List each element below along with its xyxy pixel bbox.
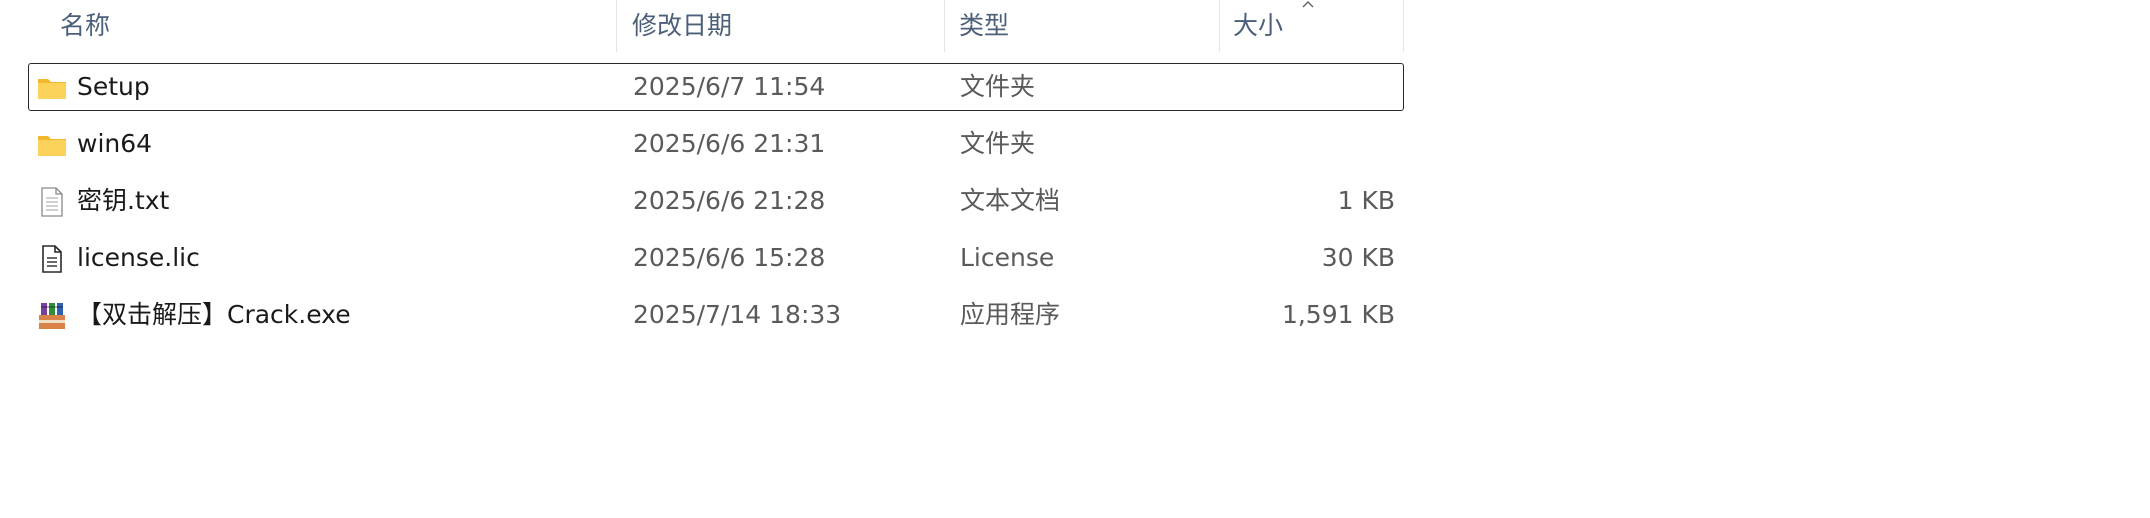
chevron-up-icon — [1302, 0, 1314, 8]
column-header-name[interactable]: 名称 — [60, 0, 616, 52]
folder-icon — [38, 79, 66, 99]
text-file-icon — [41, 187, 63, 217]
column-header-size[interactable]: 大小 — [1233, 0, 1403, 52]
file-modified-date: 2025/6/6 15:28 — [633, 243, 826, 272]
archive-exe-icon — [39, 303, 65, 329]
column-divider[interactable] — [616, 0, 617, 52]
column-header-date[interactable]: 修改日期 — [632, 0, 944, 52]
file-type: 文件夹 — [960, 129, 1036, 158]
file-row[interactable]: win64 2025/6/6 21:31 文件夹 — [28, 120, 1404, 168]
file-name: Setup — [77, 72, 150, 101]
file-row[interactable]: Setup 2025/6/7 11:54 文件夹 — [28, 63, 1404, 111]
file-row[interactable]: license.lic 2025/6/6 15:28 License 30 KB — [28, 234, 1404, 282]
column-divider[interactable] — [944, 0, 945, 52]
folder-icon — [38, 136, 66, 156]
file-size: 1,591 KB — [1281, 300, 1395, 329]
column-header-type[interactable]: 类型 — [959, 0, 1219, 52]
file-row[interactable]: 【双击解压】Crack.exe 2025/7/14 18:33 应用程序 1,5… — [28, 291, 1404, 339]
column-divider[interactable] — [1403, 0, 1404, 52]
file-type: 应用程序 — [960, 300, 1061, 329]
file-type: 文件夹 — [960, 72, 1036, 101]
file-modified-date: 2025/7/14 18:33 — [633, 300, 842, 329]
file-list: Setup 2025/6/7 11:54 文件夹 win64 2025/6/6 … — [28, 63, 1404, 348]
file-modified-date: 2025/6/7 11:54 — [633, 72, 826, 101]
document-file-icon — [42, 245, 62, 273]
file-size: 30 KB — [1321, 243, 1395, 272]
file-type: License — [960, 243, 1055, 272]
file-name: 密钥.txt — [77, 186, 170, 215]
file-row[interactable]: 密钥.txt 2025/6/6 21:28 文本文档 1 KB — [28, 177, 1404, 225]
file-name: win64 — [77, 129, 153, 158]
file-modified-date: 2025/6/6 21:28 — [633, 186, 826, 215]
file-name: 【双击解压】Crack.exe — [77, 300, 351, 329]
column-divider[interactable] — [1219, 0, 1220, 52]
file-type: 文本文档 — [960, 186, 1061, 215]
file-modified-date: 2025/6/6 21:31 — [633, 129, 826, 158]
file-explorer: 名称 修改日期 类型 大小 Setup 2025/6/7 11:54 文件夹 w… — [0, 0, 2150, 518]
column-header-bar: 名称 修改日期 类型 大小 — [0, 0, 1404, 52]
file-name: license.lic — [77, 243, 200, 272]
file-size: 1 KB — [1337, 186, 1395, 215]
